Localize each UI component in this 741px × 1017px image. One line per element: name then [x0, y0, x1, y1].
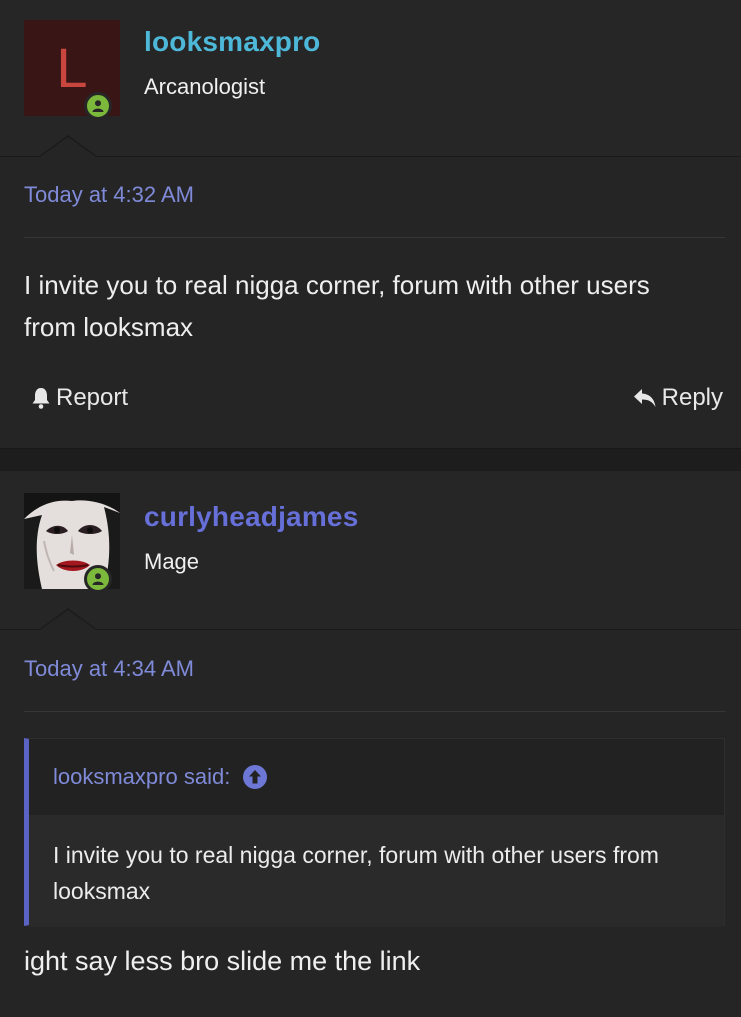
user-online-icon: [84, 92, 112, 120]
divider: [24, 237, 725, 238]
divider: [24, 711, 725, 712]
reply-button[interactable]: Reply: [632, 384, 723, 412]
report-label: Report: [56, 384, 129, 411]
reply-arrow-icon: [633, 389, 656, 407]
user-title: Arcanologist: [144, 74, 266, 99]
bell-icon: [32, 388, 50, 409]
report-button[interactable]: Report: [30, 384, 128, 412]
post-date[interactable]: Today at 4:34 AM: [24, 656, 194, 682]
post-body: I invite you to real nigga corner, forum…: [24, 270, 650, 342]
quote-author[interactable]: looksmaxpro said:: [53, 764, 230, 790]
post-date[interactable]: Today at 4:32 AM: [24, 182, 194, 208]
reply-label: Reply: [661, 384, 723, 411]
quote-header[interactable]: looksmaxpro said:: [29, 739, 724, 815]
post-user-block: L looksmaxpro Arcanologist: [0, 0, 741, 157]
post-body: ight say less bro slide me the link: [24, 946, 421, 976]
username[interactable]: looksmaxpro: [144, 26, 320, 58]
user-online-icon: [84, 565, 112, 593]
quote-block: looksmaxpro said: I invite you to real n…: [24, 738, 725, 927]
arrow-up-circle-icon[interactable]: [242, 764, 268, 790]
post-user-block: curlyheadjames Mage: [0, 471, 741, 630]
avatar-letter: L: [56, 36, 88, 99]
quote-text: I invite you to real nigga corner, forum…: [29, 815, 724, 927]
username[interactable]: curlyheadjames: [144, 501, 358, 533]
post-1: L looksmaxpro Arcanologist Today at 4:32…: [0, 0, 741, 448]
post-separator: [0, 448, 741, 471]
user-title: Mage: [144, 549, 200, 574]
